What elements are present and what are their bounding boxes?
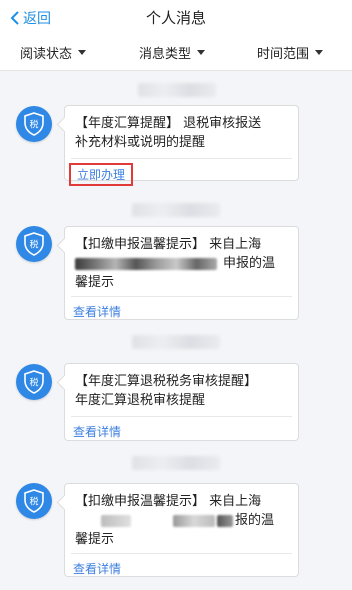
- filter-bar: 阅读状态 消息类型 时间范围: [0, 34, 352, 71]
- message-text: 【年度汇算退税税务审核提醒】 年度汇算退税审核提醒: [65, 364, 298, 416]
- message-line: 【年度汇算提醒】 退税审核报送: [75, 116, 262, 131]
- shield-icon: 税: [24, 370, 44, 394]
- tax-avatar: 税: [16, 483, 52, 519]
- redacted-text: [75, 258, 217, 270]
- shield-icon: 税: [24, 112, 44, 136]
- filter-label: 时间范围: [257, 47, 310, 62]
- timestamp-redacted: [132, 203, 220, 217]
- top-bar: 返回 个人消息: [0, 0, 352, 34]
- filter-label: 消息类型: [139, 47, 192, 62]
- divider: [71, 158, 292, 159]
- redacted-text: [173, 515, 215, 527]
- message-line: 补充材料或说明的提醒: [75, 135, 206, 150]
- message-line: 申报的温: [223, 256, 276, 271]
- timestamp-redacted: [132, 456, 220, 470]
- redacted-text: [217, 515, 233, 527]
- tax-avatar: 税: [16, 106, 52, 142]
- message-text: 【扣缴申报温馨提示】 来自上海 申报的温 馨提示: [65, 227, 298, 296]
- view-details-link[interactable]: 查看详情: [65, 297, 298, 327]
- avatar-label: 税: [29, 239, 38, 251]
- shield-icon: 税: [24, 489, 44, 513]
- message-line: 报的温: [235, 513, 275, 528]
- caret-down-icon: [78, 50, 87, 55]
- message-line: 馨提示: [75, 275, 115, 290]
- message-line-redacted: 报的温: [75, 511, 288, 530]
- message-line: 年度汇算退税审核提醒: [75, 393, 206, 408]
- redacted-text: [101, 515, 131, 527]
- tax-avatar: 税: [16, 226, 52, 262]
- message-card[interactable]: 【年度汇算退税税务审核提醒】 年度汇算退税审核提醒 查看详情: [56, 363, 299, 441]
- message-text: 【年度汇算提醒】 退税审核报送 补充材料或说明的提醒: [65, 106, 298, 158]
- message-card[interactable]: 【扣缴申报温馨提示】 来自上海 报的温 馨提示 查看详情: [56, 483, 299, 577]
- caret-down-icon: [197, 50, 206, 55]
- page-title: 个人消息: [145, 9, 206, 27]
- filter-label: 阅读状态: [20, 47, 73, 62]
- avatar-label: 税: [29, 496, 38, 508]
- message-line-redacted: 申报的温: [75, 254, 288, 273]
- avatar-label: 税: [29, 119, 38, 131]
- message-line: 馨提示: [75, 532, 115, 547]
- message-line: 【年度汇算退税税务审核提醒】: [75, 374, 258, 389]
- shield-icon: 税: [24, 232, 44, 256]
- timestamp-redacted: [132, 335, 220, 349]
- view-details-link[interactable]: 查看详情: [65, 417, 298, 447]
- handle-now-link[interactable]: 立即办理: [69, 163, 134, 186]
- message-text: 【扣缴申报温馨提示】 来自上海 报的温 馨提示: [65, 484, 298, 553]
- message-card[interactable]: 【扣缴申报温馨提示】 来自上海 申报的温 馨提示 查看详情: [56, 226, 299, 320]
- caret-down-icon: [315, 50, 324, 55]
- message-line: 【扣缴申报温馨提示】 来自上海: [75, 237, 262, 252]
- view-details-link[interactable]: 查看详情: [65, 554, 298, 584]
- message-card[interactable]: 【年度汇算提醒】 退税审核报送 补充材料或说明的提醒 立即办理: [56, 105, 299, 186]
- filter-read-status[interactable]: 阅读状态: [20, 43, 87, 62]
- filter-time-range[interactable]: 时间范围: [257, 43, 324, 62]
- avatar-label: 税: [29, 377, 38, 389]
- timestamp-redacted: [138, 83, 216, 97]
- filter-message-type[interactable]: 消息类型: [139, 43, 206, 62]
- message-line: 【扣缴申报温馨提示】 来自上海: [75, 494, 262, 509]
- tax-avatar: 税: [16, 364, 52, 400]
